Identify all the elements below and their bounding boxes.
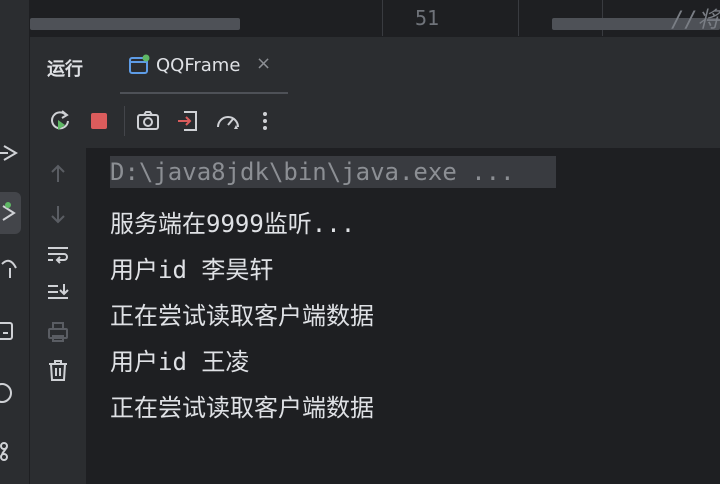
arrow-up-icon[interactable]: [44, 160, 72, 188]
run-tool-window-header: 运行 QQFrame ×: [30, 36, 720, 95]
tool-window-title: 运行: [47, 59, 83, 80]
scroll-to-end-icon[interactable]: [44, 278, 72, 306]
activity-bar: [0, 0, 30, 484]
stop-icon[interactable]: [85, 107, 113, 135]
toolbar-separator: [124, 106, 125, 136]
debug-tool-icon[interactable]: [0, 258, 22, 280]
git-tool-icon[interactable]: [0, 440, 22, 462]
code-comment: //将: [671, 8, 720, 33]
services-icon[interactable]: [0, 142, 22, 164]
console-output[interactable]: D:\java8jdk\bin\java.exe ... 服务端在9999监听.…: [86, 148, 720, 484]
editor-area: 51 //将: [30, 0, 720, 36]
print-icon[interactable]: [44, 318, 72, 346]
console-gutter: [30, 148, 86, 484]
output-line: 正在尝试读取客户端数据: [110, 302, 374, 330]
tab-label: QQFrame: [156, 55, 241, 76]
profiler-icon[interactable]: [214, 107, 242, 135]
horizontal-scrollbar[interactable]: [30, 18, 240, 30]
command-line[interactable]: D:\java8jdk\bin\java.exe ...: [110, 156, 556, 188]
output-line: 用户id 王凌: [110, 348, 250, 376]
problems-tool-icon[interactable]: [0, 382, 22, 404]
tab-qqframe[interactable]: QQFrame ×: [116, 37, 288, 95]
run-toolbar: [30, 94, 720, 149]
line-number: 51: [415, 6, 440, 30]
trash-icon[interactable]: [44, 356, 72, 384]
gutter-divider: [518, 0, 519, 36]
editor-divider: [382, 0, 383, 36]
output-line: 用户id 李昊轩: [110, 256, 274, 284]
soft-wrap-icon[interactable]: [44, 240, 72, 268]
app-window-icon: [128, 54, 150, 76]
output-line: 服务端在9999监听...: [110, 210, 356, 238]
close-icon[interactable]: ×: [256, 53, 271, 74]
run-tool-icon[interactable]: [0, 202, 22, 224]
more-icon[interactable]: [251, 107, 279, 135]
restore-layout-icon[interactable]: [174, 107, 202, 135]
camera-icon[interactable]: [134, 107, 162, 135]
terminal-tool-icon[interactable]: [0, 320, 22, 342]
arrow-down-icon[interactable]: [44, 200, 72, 228]
rerun-icon[interactable]: [46, 107, 74, 135]
output-line: 正在尝试读取客户端数据: [110, 394, 374, 422]
editor-left-pane: [30, 0, 382, 36]
